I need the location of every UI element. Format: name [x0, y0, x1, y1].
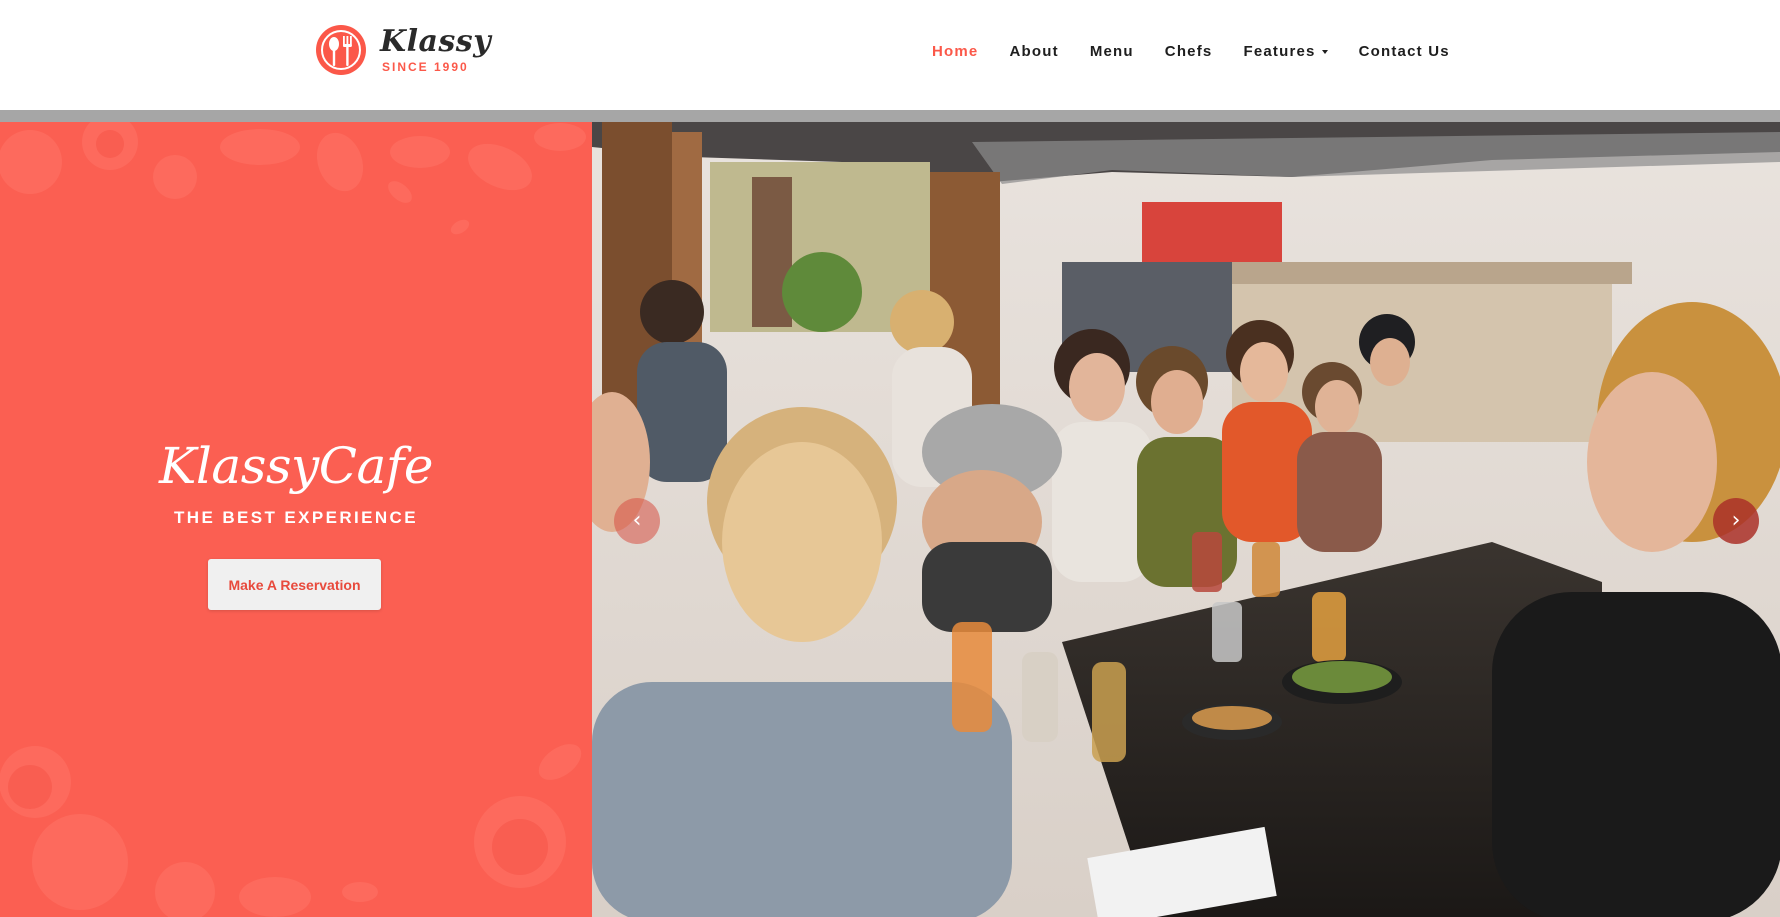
nav-chefs[interactable]: Chefs: [1165, 43, 1213, 60]
hero-left-panel: KlassyCafe THE BEST EXPERIENCE Make A Re…: [0, 122, 592, 917]
main-nav: Home About Menu Chefs Features Contact U…: [932, 40, 1450, 62]
nav-menu-label: Menu: [1089, 42, 1134, 60]
nav-chefs-label: Chefs: [1164, 42, 1213, 60]
site-header: Klassy SINCE 1990 Home About Menu Chefs …: [0, 0, 1780, 110]
nav-about[interactable]: About: [1009, 43, 1058, 60]
nav-features-label: Features: [1243, 42, 1316, 60]
chevron-left-icon: ‹: [632, 508, 642, 533]
hero-title: KlassyCafe: [159, 437, 433, 495]
header-divider: [0, 110, 1780, 122]
nav-features[interactable]: Features: [1243, 42, 1328, 60]
nav-home-label: Home: [932, 42, 979, 60]
slider-prev-button[interactable]: ‹: [614, 498, 660, 544]
hero-subtitle: THE BEST EXPERIENCE: [174, 508, 418, 527]
nav-home[interactable]: Home: [932, 43, 978, 60]
chevron-right-icon: ›: [1731, 508, 1741, 533]
logo-tagline: SINCE 1990: [382, 60, 469, 74]
nav-contact[interactable]: Contact Us: [1359, 43, 1450, 60]
hero-photo: [592, 122, 1780, 917]
dining-photo-illustration: [592, 122, 1780, 917]
nav-menu[interactable]: Menu: [1090, 43, 1134, 60]
logo-wordmark: Klassy: [380, 24, 492, 59]
slider-next-button[interactable]: ›: [1713, 498, 1759, 544]
caret-down-icon: [1321, 50, 1328, 54]
site-logo[interactable]: Klassy SINCE 1990: [314, 20, 491, 80]
fork-spoon-plate-icon: [316, 25, 366, 75]
nav-about-label: About: [1009, 42, 1059, 60]
nav-contact-label: Contact Us: [1358, 42, 1450, 60]
make-reservation-button[interactable]: Make A Reservation: [208, 559, 381, 610]
